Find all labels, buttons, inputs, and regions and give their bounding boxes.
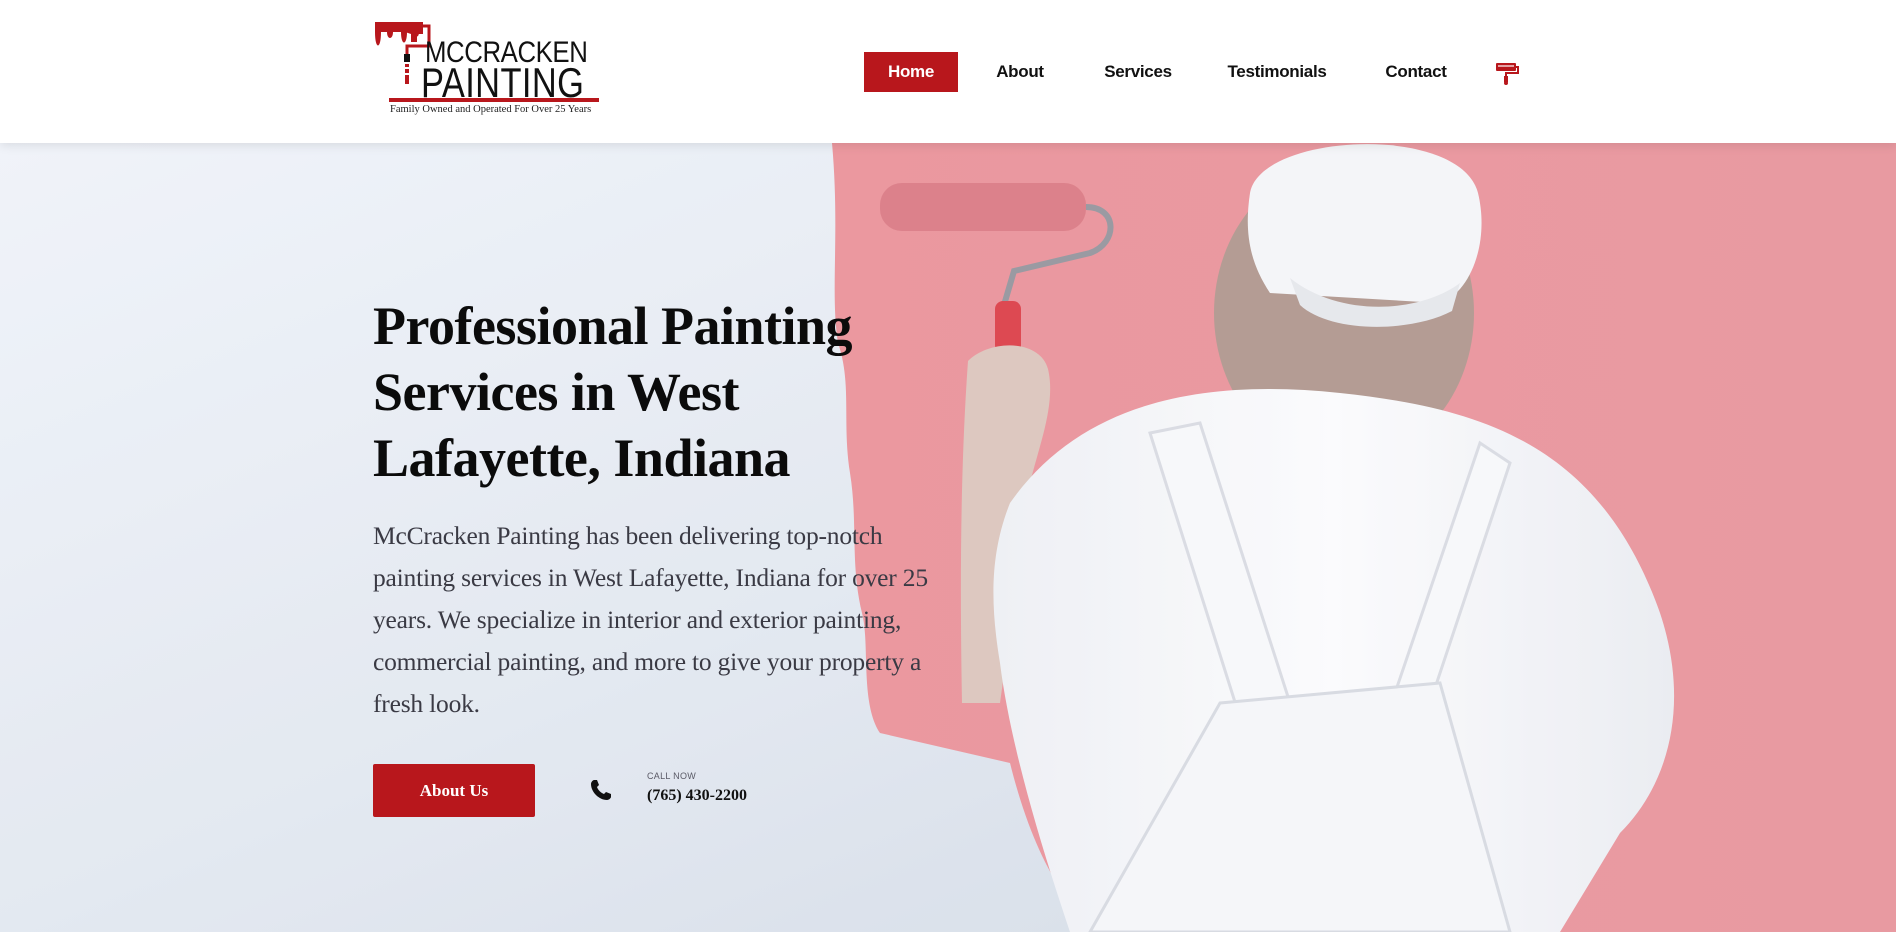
phone-number-link[interactable]: (765) 430-2200 — [647, 787, 747, 805]
call-now-label: CALL NOW — [647, 771, 697, 781]
logo-underline — [389, 98, 599, 102]
nav-about[interactable]: About — [980, 52, 1060, 92]
hero-description: McCracken Painting has been delivering t… — [373, 521, 928, 718]
phone-icon[interactable] — [589, 778, 613, 802]
brand-logo[interactable]: MCCRACKEN PAINTING Family Owned and Oper… — [373, 20, 603, 120]
nav-home[interactable]: Home — [864, 52, 958, 92]
nav-testimonials[interactable]: Testimonials — [1218, 52, 1336, 92]
nav-services[interactable]: Services — [1094, 52, 1182, 92]
hero-section: Professional Painting Services in West L… — [0, 143, 1896, 932]
hero-title: Professional Painting Services in West L… — [373, 296, 853, 488]
site-header: MCCRACKEN PAINTING Family Owned and Oper… — [0, 0, 1896, 143]
about-us-button[interactable]: About Us — [373, 764, 535, 817]
nav-contact[interactable]: Contact — [1376, 52, 1456, 92]
paint-roller-cart-icon[interactable] — [1494, 60, 1520, 86]
logo-tagline: Family Owned and Operated For Over 25 Ye… — [390, 104, 592, 115]
